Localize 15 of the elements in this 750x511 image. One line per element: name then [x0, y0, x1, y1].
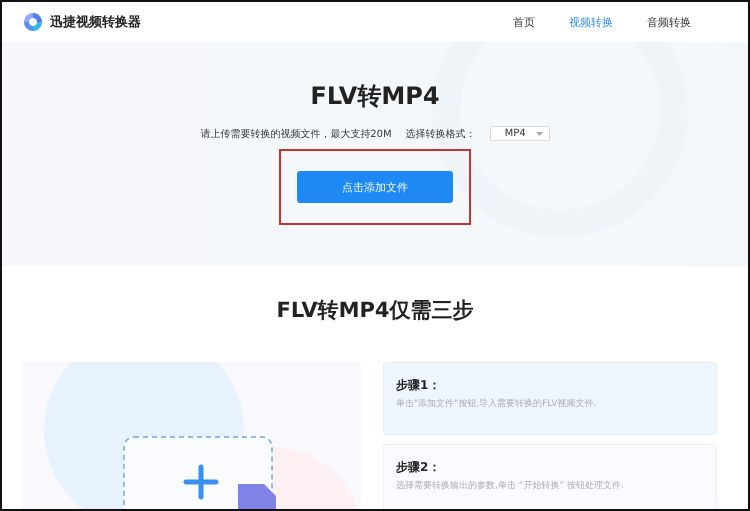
step-description: 单击"添加文件"按钮,导入需要转换的FLV视频文件.	[396, 398, 598, 410]
step-title: 步骤1：	[396, 377, 442, 394]
logo-icon	[22, 11, 44, 33]
format-select[interactable]: MP4	[490, 126, 550, 141]
page-title: FLV转MP4	[310, 81, 440, 112]
nav-link[interactable]: 首页	[496, 14, 552, 30]
logo-text: 迅捷视频转换器	[50, 14, 141, 31]
section-title: FLV转MP4仅需三步	[276, 297, 474, 324]
format-label: 选择转换格式：	[406, 128, 476, 140]
step-title: 步骤2：	[396, 459, 442, 476]
add-file-button[interactable]: 点击添加文件	[297, 171, 453, 203]
upload-hint: 请上传需要转换的视频文件，最大支持20M	[200, 128, 392, 140]
nav-link[interactable]: 音频转换	[630, 14, 708, 30]
caret-icon	[536, 132, 543, 136]
step-description: 选择需要转换输出的参数,单击 “开始转换” 按钮处理文件.	[396, 480, 625, 492]
